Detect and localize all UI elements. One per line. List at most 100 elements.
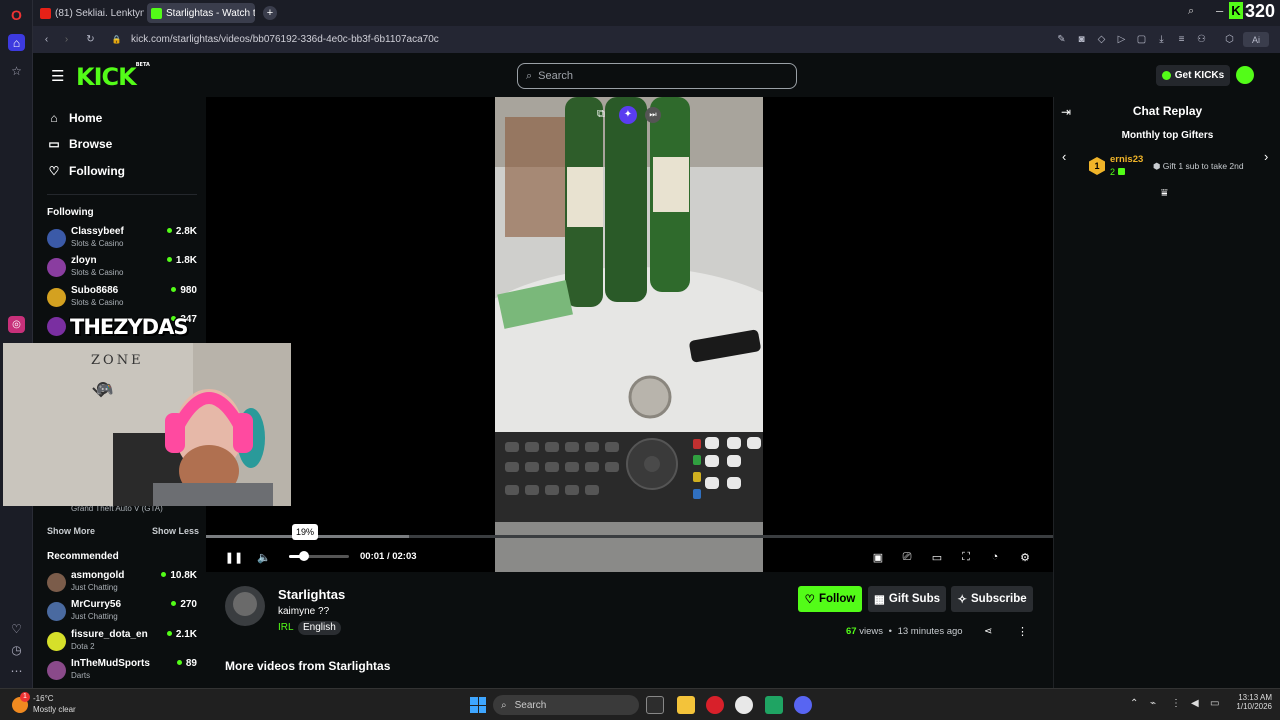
category-link[interactable]: IRL xyxy=(278,622,294,633)
search-input[interactable]: ⌕ Search xyxy=(517,63,797,89)
avatar[interactable] xyxy=(1236,66,1254,84)
language-tag[interactable]: English xyxy=(298,621,341,635)
channel-item[interactable]: zloyn Slots & Casino 1.8K xyxy=(47,255,197,281)
speed-icon[interactable]: ◔ xyxy=(988,550,1002,564)
more-icon[interactable]: ⋯ xyxy=(8,662,25,679)
weather-desc: Mostly clear xyxy=(33,705,76,714)
channel-item[interactable]: Classybeef Slots & Casino 2.8K xyxy=(47,226,197,252)
fullscreen-icon[interactable]: ⛶ xyxy=(959,550,973,564)
opera-logo-icon[interactable]: O xyxy=(8,6,25,23)
video-player[interactable]: ⧉ ✦ ⏭ ❚❚ 🔈 19% 00:01 / 02:03 ▣ ⎚ ▭ ⛶ ◔ ⚙ xyxy=(206,97,1053,572)
back-icon[interactable]: ‹ xyxy=(39,32,54,47)
kick-logo[interactable]: KICKBETA xyxy=(76,62,150,91)
expand-icon[interactable]: ⩸ xyxy=(1161,187,1168,200)
channel-item[interactable]: asmongold Just Chatting 10.8K xyxy=(47,570,197,596)
taskbar-search[interactable]: ⌕ Search xyxy=(493,695,639,715)
gamepad-icon: 🎮 xyxy=(96,381,114,397)
extensions-icon[interactable]: ⬡ xyxy=(1222,32,1237,47)
miniplayer-icon[interactable]: ▣ xyxy=(871,550,885,564)
minimize-button[interactable]: – xyxy=(1216,3,1223,18)
heart-icon: ♡ xyxy=(804,594,815,606)
reload-icon[interactable]: ↻ xyxy=(83,32,98,47)
pip-icon[interactable]: ⧉ xyxy=(597,108,611,122)
shield-icon[interactable]: ◇ xyxy=(1094,32,1109,47)
opera-taskbar-icon[interactable] xyxy=(706,696,724,714)
heart-icon[interactable]: ♡ xyxy=(8,620,25,637)
recommended-heading: Recommended xyxy=(47,551,119,562)
channel-item[interactable]: MrCurry56 Just Chatting 270 xyxy=(47,599,197,625)
task-view-icon[interactable] xyxy=(646,696,664,714)
chevron-left-icon[interactable]: ‹ xyxy=(1062,149,1066,164)
star-icon: ✧ xyxy=(957,594,968,606)
new-tab-button[interactable]: + xyxy=(263,6,277,20)
ai-sparkle-icon[interactable]: ✦ xyxy=(619,106,637,124)
heart-icon: ♡ xyxy=(48,164,60,178)
tab-kick[interactable]: Starlightas - Watch the V... xyxy=(147,3,255,23)
wall-text: ZONE xyxy=(91,353,144,368)
clip-icon[interactable]: ⎚ xyxy=(900,550,914,564)
time-display: 00:01 / 02:03 xyxy=(360,551,417,562)
pin-icon[interactable]: ☆ xyxy=(8,62,25,79)
volume-handle[interactable] xyxy=(299,551,309,561)
kick-taskbar-icon[interactable] xyxy=(765,696,783,714)
channel-item[interactable]: InTheMudSports Darts 89 xyxy=(47,658,197,684)
aria-ai-icon[interactable]: Ai xyxy=(1243,32,1269,47)
tray-chevron-icon[interactable]: ⌃ xyxy=(1130,698,1138,709)
settings-icon[interactable]: ⚙ xyxy=(1018,550,1032,564)
menu-icon[interactable]: ≡ xyxy=(1174,32,1189,47)
search-tabs-icon[interactable]: ⌕ xyxy=(1188,5,1194,18)
history-icon[interactable]: ◷ xyxy=(8,641,25,658)
file-explorer-icon[interactable] xyxy=(677,696,695,714)
volume-tray-icon[interactable]: ◀ xyxy=(1191,698,1199,709)
home-icon: ⌂ xyxy=(50,111,58,125)
discord-icon[interactable] xyxy=(794,696,812,714)
windows-start-icon[interactable] xyxy=(470,697,486,713)
avatar xyxy=(47,661,66,680)
get-kicks-button[interactable]: Get KICKs xyxy=(1156,65,1230,86)
show-less-button[interactable]: Show Less xyxy=(152,526,199,536)
home-speeddial-icon[interactable]: ⌂ xyxy=(8,34,25,51)
nav-home[interactable]: ⌂ Home xyxy=(47,111,102,125)
gift-subs-button[interactable]: ▦ Gift Subs xyxy=(868,586,946,612)
chevron-right-icon[interactable]: › xyxy=(1264,149,1268,164)
video-frame[interactable]: ⧉ ✦ ⏭ xyxy=(495,97,763,572)
channel-name[interactable]: Starlightas xyxy=(278,587,345,602)
channel-item[interactable]: Subo8686 Slots & Casino 980 xyxy=(47,285,197,311)
kebab-menu-icon[interactable]: ⋮ xyxy=(1017,625,1028,638)
tab-bar: (81) Sekliai. Lenktynės su ... Starlight… xyxy=(33,0,1280,26)
edit-icon[interactable]: ✎ xyxy=(1054,32,1069,47)
clock[interactable]: 13:13 AM 1/10/2026 xyxy=(1228,693,1272,711)
volume-icon[interactable]: 🔈 xyxy=(257,550,271,564)
gifters-title: Monthly top Gifters xyxy=(1121,130,1214,141)
follow-button[interactable]: ♡ Follow xyxy=(798,586,862,612)
share-icon[interactable]: ⋖ xyxy=(984,626,992,637)
cube-icon[interactable]: ▢ xyxy=(1134,32,1149,47)
forward-icon[interactable]: › xyxy=(59,32,74,47)
battery-icon[interactable]: ▭ xyxy=(1210,698,1219,709)
streamer-overlay-title: THEZYDAS xyxy=(70,315,188,339)
profile-icon[interactable]: ⚇ xyxy=(1194,32,1209,47)
skip-icon[interactable]: ⏭ xyxy=(645,107,661,123)
camera-icon[interactable]: ◙ xyxy=(1074,32,1089,47)
url-field[interactable]: kick.com/starlightas/videos/bb076192-336… xyxy=(131,30,1071,49)
avatar xyxy=(47,229,66,248)
theater-mode-icon[interactable]: ▭ xyxy=(930,550,944,564)
hamburger-icon[interactable]: ☰ xyxy=(51,67,64,85)
download-icon[interactable]: ⤓ xyxy=(1154,32,1169,47)
network-icon[interactable]: ⌁ xyxy=(1150,698,1156,709)
channel-avatar[interactable] xyxy=(225,586,265,626)
mic-icon[interactable]: ⋮ xyxy=(1171,698,1181,709)
gift-prompt[interactable]: ⬢ Gift 1 sub to take 2nd xyxy=(1153,161,1244,172)
show-more-button[interactable]: Show More xyxy=(47,526,95,536)
channel-item[interactable]: fissure_dota_en Dota 2 2.1K xyxy=(47,629,197,655)
video-content xyxy=(495,97,763,572)
nav-browse[interactable]: ▭ Browse xyxy=(47,137,112,151)
subscribe-button[interactable]: ✧ Subscribe xyxy=(951,586,1033,612)
obs-icon[interactable] xyxy=(735,696,753,714)
nav-following[interactable]: ♡ Following xyxy=(47,164,125,178)
gifter-name[interactable]: ernis23 xyxy=(1110,154,1143,165)
play-icon[interactable]: ▷ xyxy=(1114,32,1129,47)
pause-icon[interactable]: ❚❚ xyxy=(225,550,243,564)
tab-youtube[interactable]: (81) Sekliai. Lenktynės su ... xyxy=(36,3,144,23)
instagram-icon[interactable]: ◎ xyxy=(8,316,25,333)
